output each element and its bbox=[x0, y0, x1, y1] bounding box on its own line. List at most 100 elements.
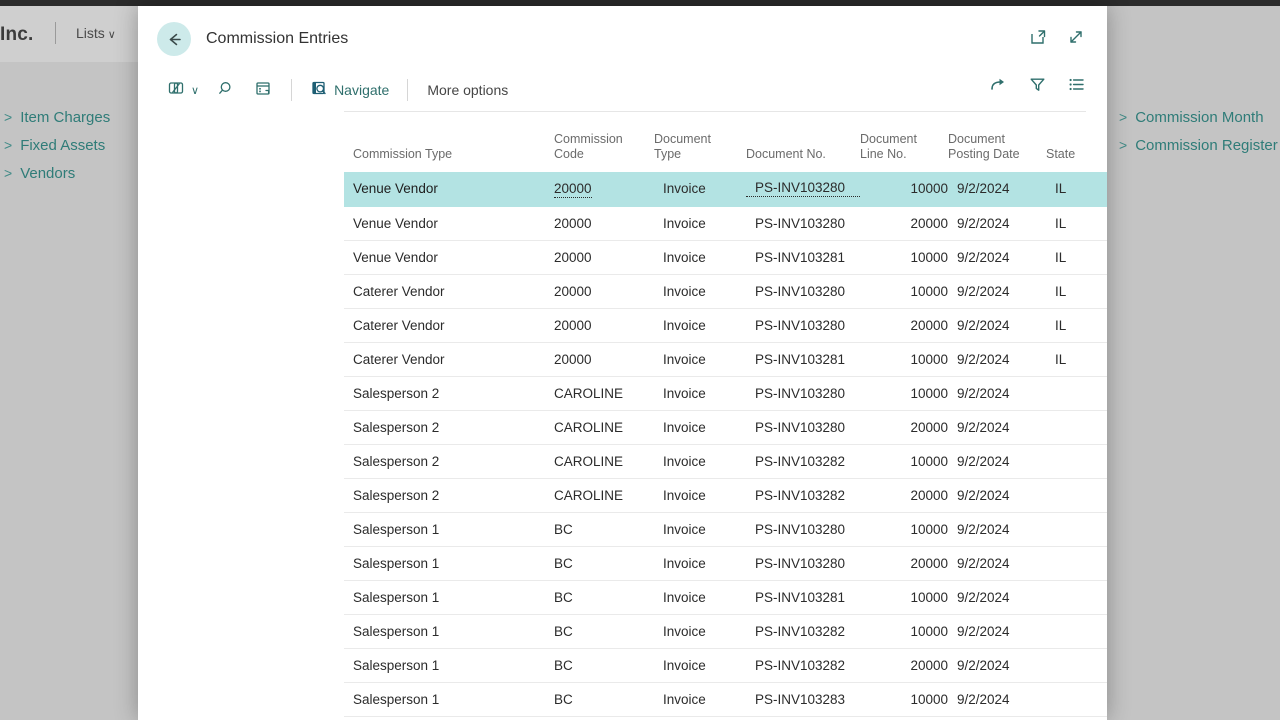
cell-dpost[interactable]: 9/2/2024 bbox=[948, 274, 1046, 308]
open-in-new-window-icon[interactable] bbox=[1028, 27, 1048, 52]
back-arrow-icon[interactable] bbox=[157, 22, 191, 56]
more-options-button[interactable]: More options bbox=[417, 82, 518, 98]
expand-full-screen-icon[interactable] bbox=[1066, 27, 1086, 52]
cell-type[interactable]: Salesperson 2 bbox=[344, 376, 554, 410]
cell-dtype[interactable]: Invoice bbox=[654, 512, 746, 546]
cell-dno[interactable]: PS-INV103283 bbox=[746, 682, 860, 716]
cell-dno[interactable]: PS-INV103282 bbox=[746, 444, 860, 478]
search-button[interactable] bbox=[208, 75, 245, 105]
cell-dno[interactable]: PS-INV103281 bbox=[746, 342, 860, 376]
table-row[interactable]: Salesperson 2CAROLINEInvoicePS-INV103282… bbox=[344, 444, 1107, 478]
cell-dtype[interactable]: Invoice bbox=[654, 376, 746, 410]
cell-dpost[interactable]: 9/2/2024 bbox=[948, 240, 1046, 274]
column-header-document-posting-date[interactable]: DocumentPosting Date bbox=[948, 112, 1046, 172]
cell-dline[interactable]: 20000 bbox=[860, 206, 948, 240]
cell-dno[interactable]: PS-INV103282 bbox=[746, 614, 860, 648]
cell-dtype[interactable]: Invoice bbox=[654, 614, 746, 648]
cell-dtype[interactable]: Invoice bbox=[654, 444, 746, 478]
cell-dpost[interactable]: 9/2/2024 bbox=[948, 546, 1046, 580]
cell-dpost[interactable]: 9/2/2024 bbox=[948, 614, 1046, 648]
cell-type[interactable]: Venue Vendor bbox=[344, 172, 554, 206]
cell-code[interactable]: 20000 bbox=[554, 274, 654, 308]
cell-type[interactable]: Salesperson 1 bbox=[344, 580, 554, 614]
cell-code[interactable]: ···20000 bbox=[554, 172, 654, 206]
cell-dline[interactable]: 20000 bbox=[860, 308, 948, 342]
cell-dpost[interactable]: 9/2/2024 bbox=[948, 342, 1046, 376]
cell-dno[interactable]: PS-INV103280 bbox=[746, 274, 860, 308]
cell-type[interactable]: Salesperson 1 bbox=[344, 512, 554, 546]
sidebar-item-vendors[interactable]: >Vendors bbox=[4, 165, 75, 182]
cell-type[interactable]: Caterer Vendor bbox=[344, 342, 554, 376]
sidebar-item-commission-register[interactable]: >Commission Register bbox=[1119, 137, 1278, 154]
column-header-commission-code[interactable]: CommissionCode bbox=[554, 112, 654, 172]
filter-icon[interactable] bbox=[1028, 75, 1047, 99]
sidebar-item-item-charges[interactable]: >Item Charges bbox=[4, 109, 110, 126]
table-row[interactable]: Salesperson 1BCInvoicePS-INV103283100009… bbox=[344, 682, 1107, 716]
cell-dno[interactable]: PS-INV103280 bbox=[746, 308, 860, 342]
cell-state[interactable] bbox=[1046, 546, 1107, 580]
cell-type[interactable]: Salesperson 2 bbox=[344, 444, 554, 478]
column-header-document-type[interactable]: DocumentType bbox=[654, 112, 746, 172]
cell-dline[interactable]: 10000 bbox=[860, 682, 948, 716]
table-row[interactable]: Salesperson 2CAROLINEInvoicePS-INV103280… bbox=[344, 410, 1107, 444]
cell-dno[interactable]: PS-INV103280 bbox=[746, 376, 860, 410]
cell-dtype[interactable]: Invoice bbox=[654, 410, 746, 444]
cell-state[interactable]: IL bbox=[1046, 206, 1107, 240]
cell-state[interactable] bbox=[1046, 410, 1107, 444]
cell-type[interactable]: Salesperson 1 bbox=[344, 614, 554, 648]
cell-dline[interactable]: 10000 bbox=[860, 512, 948, 546]
cell-state[interactable] bbox=[1046, 376, 1107, 410]
cell-code[interactable]: 20000 bbox=[554, 308, 654, 342]
table-row[interactable]: Caterer Vendor20000InvoicePS-INV10328020… bbox=[344, 308, 1107, 342]
cell-dpost[interactable]: 9/2/2024 bbox=[948, 410, 1046, 444]
cell-dtype[interactable]: Invoice bbox=[654, 478, 746, 512]
cell-state[interactable] bbox=[1046, 614, 1107, 648]
cell-dtype[interactable]: Invoice bbox=[654, 342, 746, 376]
table-row[interactable]: Salesperson 2CAROLINEInvoicePS-INV103282… bbox=[344, 478, 1107, 512]
table-row[interactable]: Caterer Vendor20000InvoicePS-INV10328110… bbox=[344, 342, 1107, 376]
cell-code[interactable]: 20000 bbox=[554, 342, 654, 376]
cell-dno[interactable]: PS-INV103280 bbox=[746, 172, 860, 206]
cell-state[interactable]: IL bbox=[1046, 172, 1107, 206]
column-header-state[interactable]: State bbox=[1046, 112, 1107, 172]
cell-code[interactable]: BC bbox=[554, 546, 654, 580]
cell-state[interactable] bbox=[1046, 512, 1107, 546]
cell-dtype[interactable]: Invoice bbox=[654, 308, 746, 342]
cell-type[interactable]: Venue Vendor bbox=[344, 206, 554, 240]
cell-state[interactable]: IL bbox=[1046, 240, 1107, 274]
table-row[interactable]: Venue Vendor···20000InvoicePS-INV1032801… bbox=[344, 172, 1107, 206]
column-header-document-line-no[interactable]: DocumentLine No. bbox=[860, 112, 948, 172]
cell-dline[interactable]: 20000 bbox=[860, 410, 948, 444]
navigate-button[interactable]: Navigate bbox=[301, 75, 398, 105]
cell-dpost[interactable]: 9/2/2024 bbox=[948, 444, 1046, 478]
cell-state[interactable] bbox=[1046, 648, 1107, 682]
cell-dtype[interactable]: Invoice bbox=[654, 546, 746, 580]
cell-code[interactable]: BC bbox=[554, 580, 654, 614]
cell-dline[interactable]: 20000 bbox=[860, 648, 948, 682]
cell-state[interactable] bbox=[1046, 580, 1107, 614]
cell-dno[interactable]: PS-INV103280 bbox=[746, 206, 860, 240]
cell-dno[interactable]: PS-INV103280 bbox=[746, 410, 860, 444]
column-header-commission-type[interactable]: Commission Type bbox=[344, 112, 554, 172]
cell-state[interactable]: IL bbox=[1046, 274, 1107, 308]
table-row[interactable]: Salesperson 1BCInvoicePS-INV103282200009… bbox=[344, 648, 1107, 682]
sidebar-item-commission-month[interactable]: >Commission Month bbox=[1119, 109, 1264, 126]
cell-code[interactable]: BC bbox=[554, 614, 654, 648]
cell-code[interactable]: BC bbox=[554, 682, 654, 716]
table-row[interactable]: Salesperson 2CAROLINEInvoicePS-INV103280… bbox=[344, 376, 1107, 410]
cell-dtype[interactable]: Invoice bbox=[654, 580, 746, 614]
cell-code[interactable]: CAROLINE bbox=[554, 444, 654, 478]
table-row[interactable]: Venue Vendor20000InvoicePS-INV1032802000… bbox=[344, 206, 1107, 240]
cell-state[interactable]: IL bbox=[1046, 342, 1107, 376]
list-view-icon[interactable] bbox=[1067, 75, 1086, 99]
cell-type[interactable]: Salesperson 1 bbox=[344, 546, 554, 580]
cell-dline[interactable]: 10000 bbox=[860, 240, 948, 274]
cell-type[interactable]: Caterer Vendor bbox=[344, 274, 554, 308]
cell-code[interactable]: CAROLINE bbox=[554, 376, 654, 410]
cell-code[interactable]: CAROLINE bbox=[554, 410, 654, 444]
cell-dline[interactable]: 20000 bbox=[860, 546, 948, 580]
cell-dpost[interactable]: 9/2/2024 bbox=[948, 308, 1046, 342]
cell-dno[interactable]: PS-INV103280 bbox=[746, 546, 860, 580]
cell-dpost[interactable]: 9/2/2024 bbox=[948, 376, 1046, 410]
cell-state[interactable] bbox=[1046, 478, 1107, 512]
